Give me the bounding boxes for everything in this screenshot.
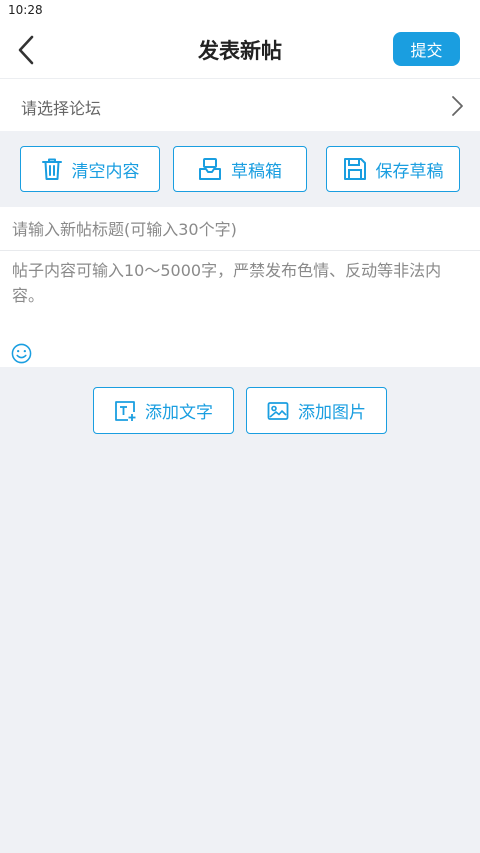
- submit-button[interactable]: 提交: [393, 32, 460, 66]
- status-time: 10:28: [8, 3, 43, 17]
- add-image-button[interactable]: 添加图片: [246, 387, 387, 434]
- add-text-label: 添加文字: [145, 403, 213, 423]
- add-image-label: 添加图片: [298, 403, 366, 423]
- clear-content-button[interactable]: 清空内容: [20, 146, 160, 192]
- add-actions: 添加文字 添加图片: [0, 367, 480, 853]
- image-icon: [267, 401, 289, 420]
- draft-toolbar: 清空内容 草稿箱 保存草稿: [0, 131, 480, 207]
- drafts-label: 草稿箱: [231, 161, 282, 182]
- add-text-button[interactable]: 添加文字: [93, 387, 234, 434]
- trash-icon: [41, 158, 62, 180]
- title-input[interactable]: [12, 217, 468, 241]
- status-bar: 10:28: [0, 0, 480, 22]
- clear-content-label: 清空内容: [71, 161, 140, 182]
- save-draft-button[interactable]: 保存草稿: [326, 146, 460, 192]
- floppy-disk-icon: [343, 158, 366, 180]
- content-input[interactable]: [12, 258, 470, 340]
- nav-bar: 发表新帖 提交: [0, 22, 480, 78]
- inbox-icon: [199, 158, 221, 180]
- title-row: [0, 207, 480, 251]
- smiley-icon[interactable]: [11, 343, 32, 364]
- content-area: [0, 251, 480, 367]
- drafts-button[interactable]: 草稿箱: [173, 146, 307, 192]
- forum-selector[interactable]: 请选择论坛: [0, 78, 480, 131]
- text-box-icon: [115, 400, 136, 421]
- chevron-right-icon: [452, 96, 463, 116]
- save-draft-label: 保存草稿: [375, 161, 444, 182]
- forum-selector-label: 请选择论坛: [21, 99, 102, 118]
